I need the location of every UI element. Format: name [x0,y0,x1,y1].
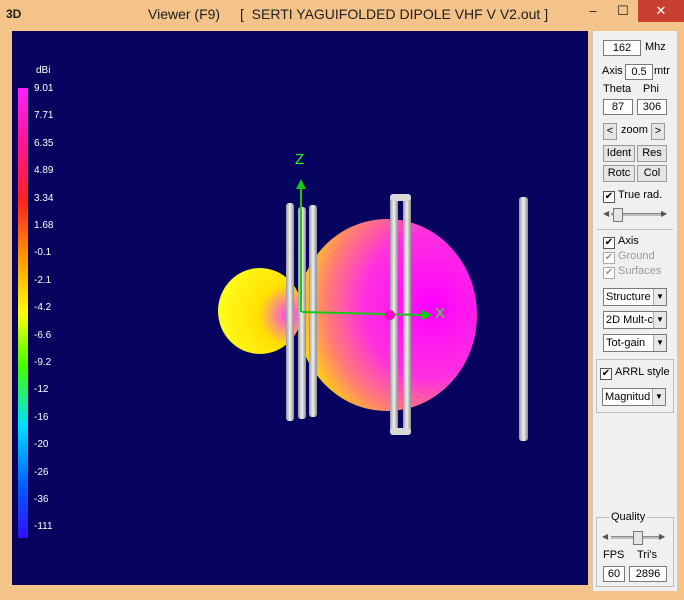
gain-select[interactable]: Tot-gain ▼ [603,334,667,352]
theta-field[interactable]: 87 [603,99,633,115]
radiation-pattern-scene[interactable]: Z X [12,31,588,585]
feed-point [385,310,395,320]
axis-length-unit: mtr [654,65,670,77]
panel-separator [597,229,673,230]
slider-left-icon[interactable]: ◀ [603,209,609,218]
viewer-window: 3D Viewer (F9) [ SERTI YAGUIFOLDED DIPOL… [0,0,684,600]
zoom-out-button[interactable]: < [603,123,617,140]
true-rad-slider-thumb[interactable] [613,208,623,222]
window-title: Viewer (F9) [148,6,221,22]
folded-dipole-bottom [390,428,411,435]
res-button[interactable]: Res [637,145,667,162]
close-button[interactable]: ✕ [638,0,684,22]
reflector-rod-1 [286,203,294,421]
app-icon[interactable]: 3D [6,7,21,21]
phi-label: Phi [643,83,659,95]
surfaces-label: Surfaces [618,265,662,277]
true-rad-checkbox[interactable]: ✔ [603,191,615,203]
ground-checkbox[interactable]: ✔ [603,252,615,264]
folded-dipole-top [390,194,411,201]
axis-length-field[interactable]: 0.5 [625,64,653,80]
frequency-unit: Mhz [645,41,666,53]
z-axis-arrow [296,179,306,189]
chevron-down-icon[interactable]: ▼ [653,312,666,328]
chevron-down-icon[interactable]: ▼ [653,289,666,305]
phi-field[interactable]: 306 [637,99,667,115]
tris-label: Tri's [637,549,658,561]
slider-right-icon[interactable]: ▶ [659,532,665,541]
title-bar[interactable]: 3D Viewer (F9) [ SERTI YAGUIFOLDED DIPOL… [0,0,684,30]
fps-label: FPS [603,549,625,561]
zoom-in-button[interactable]: > [651,123,665,140]
quality-label: Quality [609,511,648,523]
arrl-label: ARRL style [615,366,670,378]
mode-select-value: 2D Mult-c [606,314,654,326]
true-rad-label: True rad. [618,189,663,201]
minimize-button[interactable]: – [578,0,608,22]
quality-slider-thumb[interactable] [633,531,643,545]
slider-right-icon[interactable]: ▶ [661,209,667,218]
mode-select[interactable]: 2D Mult-c ▼ [603,311,667,329]
reflector-rod-3 [309,205,317,417]
ground-label: Ground [618,250,655,262]
maximize-button[interactable]: ☐ [608,0,638,22]
control-panel: 162 Mhz Axis 0.5 mtr Theta Phi 87 306 < … [592,31,677,591]
rotc-button[interactable]: Rotc [603,165,635,182]
director-rod [519,197,528,441]
magnitude-select[interactable]: Magnitud ▼ [602,388,666,406]
structure-select-value: Structure [606,291,651,303]
chevron-down-icon[interactable]: ▼ [653,335,666,351]
z-axis-label: Z [295,151,304,168]
axis-checkbox[interactable]: ✔ [603,237,615,249]
surfaces-checkbox[interactable]: ✔ [603,267,615,279]
fps-value: 60 [603,566,625,582]
ident-button[interactable]: Ident [603,145,635,162]
window-file-name: [ SERTI YAGUIFOLDED DIPOLE VHF V V2.out … [240,6,549,22]
gain-select-value: Tot-gain [606,337,646,349]
tris-value: 2896 [629,566,667,582]
3d-viewport[interactable]: dBi 9.01 7.71 6.35 4.89 3.34 1.68 -0.1 -2.1 -4.2… [12,31,588,585]
arrl-checkbox[interactable]: ✔ [600,368,612,380]
theta-label: Theta [603,83,632,95]
chevron-down-icon[interactable]: ▼ [652,389,665,405]
slider-left-icon[interactable]: ◀ [602,532,608,541]
zoom-label: zoom [621,124,648,136]
col-button[interactable]: Col [637,165,667,182]
frequency-field[interactable]: 162 [603,40,641,56]
magnitude-select-value: Magnitud [605,391,651,403]
axis-checkbox-label: Axis [618,235,639,247]
structure-select[interactable]: Structure ▼ [603,288,667,306]
x-axis-label: X [435,305,445,322]
axis-length-label: Axis [602,65,623,77]
